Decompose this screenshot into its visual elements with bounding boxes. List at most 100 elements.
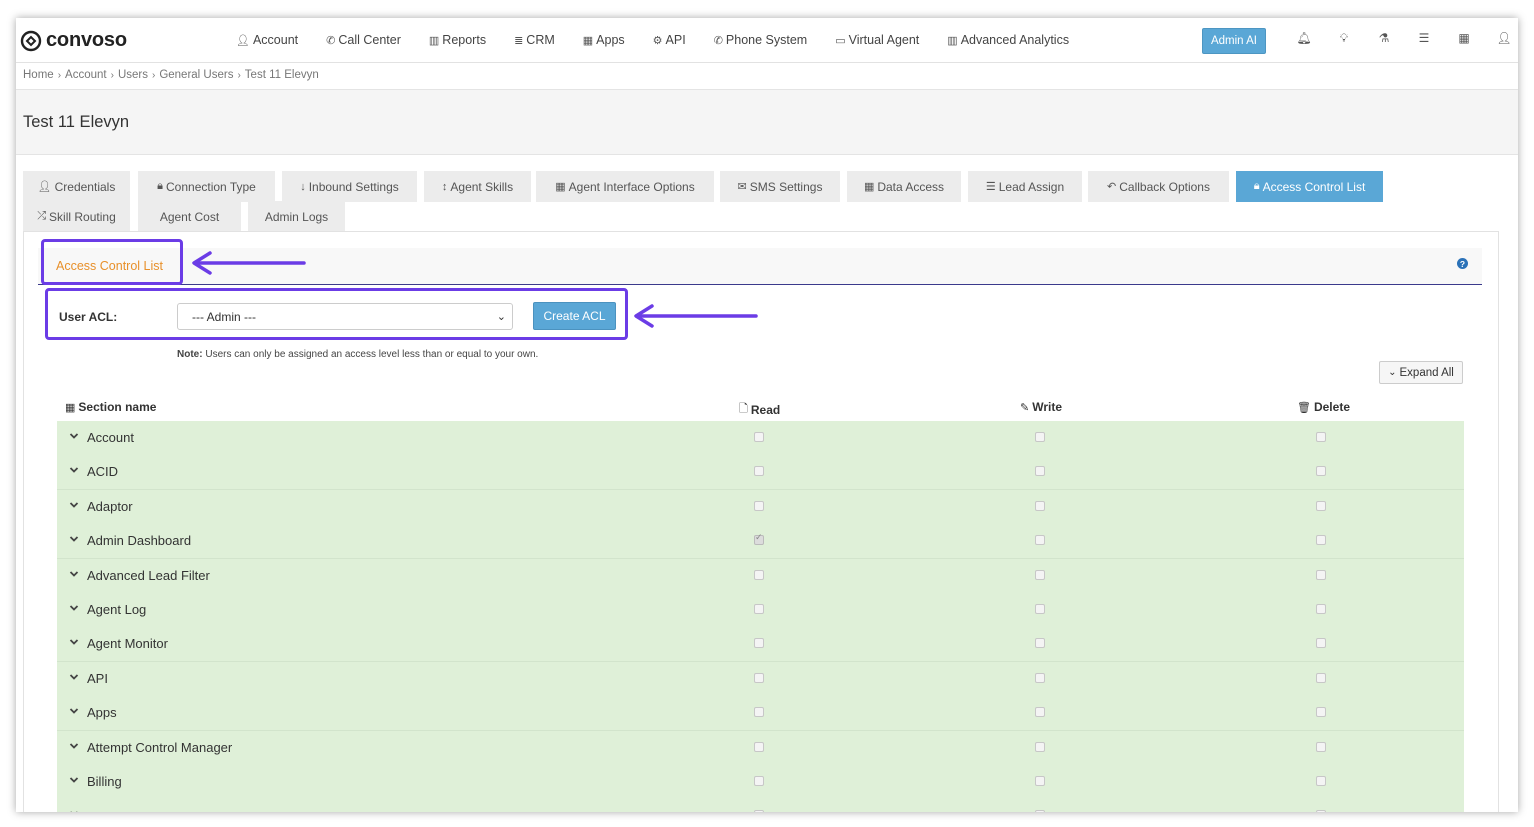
notifications-list-icon[interactable]: ☰ <box>1404 31 1444 46</box>
tab-agent-interface-options[interactable]: ▦ Agent Interface Options <box>536 171 714 202</box>
delete-checkbox[interactable] <box>1316 638 1326 649</box>
read-checkbox[interactable] <box>754 432 764 442</box>
read-checkbox[interactable] <box>754 810 764 812</box>
nav-item-virtual-agent[interactable]: ▭ Virtual Agent <box>835 33 919 47</box>
list-icon: ≣ <box>514 34 524 47</box>
chevron-down-icon[interactable] <box>69 672 79 682</box>
chevron-down-icon[interactable] <box>69 603 79 613</box>
nav-item-call-center[interactable]: ✆ Call Center <box>326 33 401 47</box>
delete-checkbox[interactable] <box>1316 535 1326 546</box>
chevron-down-icon[interactable] <box>69 809 79 812</box>
tab-label: Data Access <box>877 179 945 194</box>
read-checkbox[interactable] <box>754 741 764 752</box>
chevron-down-icon[interactable] <box>69 775 79 785</box>
delete-checkbox[interactable] <box>1316 500 1326 511</box>
highlight-box-title <box>41 239 183 285</box>
tab-lead-assign[interactable]: ☰ Lead Assign <box>968 171 1082 202</box>
section-name: Agent Log <box>87 602 147 617</box>
nav-item-phone-system[interactable]: ✆ Phone System <box>714 33 808 47</box>
chevron-down-icon[interactable] <box>69 534 79 544</box>
tab-skill-routing[interactable]: ⤮ Skill Routing <box>23 201 130 232</box>
nav-item-account[interactable]: 👤︎ Account <box>236 33 298 47</box>
tab-label: Connection Type <box>166 179 256 194</box>
delete-checkbox[interactable] <box>1316 432 1326 442</box>
tab-sms-settings[interactable]: ✉ SMS Settings <box>720 171 840 202</box>
section-name: Agent Monitor <box>87 636 168 652</box>
read-checkbox[interactable] <box>754 569 764 580</box>
chevron-down-icon[interactable] <box>69 706 79 716</box>
expand-all-button[interactable]: ⌄ Expand All <box>1379 361 1463 384</box>
delete-checkbox[interactable] <box>1316 672 1326 683</box>
lock-icon: 🔒︎ <box>157 180 163 192</box>
tab-agent-skills[interactable]: ↕ Agent Skills <box>424 171 531 202</box>
admin-ai-button[interactable]: Admin AI <box>1202 28 1266 54</box>
monitor-icon: ▭ <box>835 34 846 47</box>
delete-checkbox[interactable] <box>1316 707 1326 718</box>
read-checkbox[interactable] <box>754 466 764 477</box>
nav-item-crm[interactable]: ≣ CRM <box>514 33 555 47</box>
tab-agent-cost[interactable]: Agent Cost <box>138 201 241 232</box>
tab-access-control-list[interactable]: 🔒︎ Access Control List <box>1236 171 1383 202</box>
write-checkbox[interactable] <box>1035 638 1045 649</box>
breadcrumb-item[interactable]: Users <box>118 69 148 81</box>
write-checkbox[interactable] <box>1035 672 1045 683</box>
delete-checkbox[interactable] <box>1316 776 1326 786</box>
write-checkbox[interactable] <box>1035 535 1045 546</box>
tab-label: Agent Skills <box>450 179 514 194</box>
breadcrumb-item[interactable]: General Users <box>159 69 233 81</box>
highlight-box-user-acl <box>45 288 628 340</box>
grid-icon: ▦ <box>582 34 594 47</box>
nav-item-reports[interactable]: ▥ Reports <box>429 33 486 47</box>
chevron-down-icon[interactable] <box>69 465 79 475</box>
breadcrumb-item[interactable]: Account <box>65 69 107 81</box>
tab-label: Agent Interface Options <box>568 179 695 194</box>
calculator-icon[interactable]: ▦ <box>1444 31 1484 46</box>
page-title: Test 11 Elevyn <box>23 113 130 131</box>
lightbulb-icon[interactable]: 💡︎ <box>1324 31 1364 46</box>
tab-connection-type[interactable]: 🔒︎ Connection Type <box>138 171 275 202</box>
read-checkbox[interactable] <box>754 707 764 718</box>
read-checkbox[interactable] <box>754 604 764 614</box>
nav-item-api[interactable]: ⚙ API <box>653 33 686 47</box>
nav-item-apps[interactable]: ▦ Apps <box>583 33 625 47</box>
read-checkbox[interactable] <box>754 776 764 786</box>
tab-callback-options[interactable]: ↶ Callback Options <box>1088 171 1229 202</box>
write-checkbox[interactable] <box>1035 810 1045 812</box>
delete-checkbox[interactable] <box>1316 604 1326 614</box>
acl-panel: Access Control List ? User ACL: --- Admi… <box>23 231 1499 812</box>
user-profile-icon[interactable]: 👤︎ <box>1484 31 1518 46</box>
breadcrumb: Home › Account › Users › General Users › Test 11… <box>23 69 319 81</box>
write-checkbox[interactable] <box>1035 466 1045 477</box>
chevron-down-icon[interactable] <box>69 500 79 510</box>
flask-icon[interactable]: ⚗︎ <box>1364 31 1404 46</box>
write-checkbox[interactable] <box>1035 741 1045 752</box>
tab-inbound-settings[interactable]: ↓ Inbound Settings <box>282 171 417 202</box>
write-checkbox[interactable] <box>1035 432 1045 442</box>
breadcrumb-item[interactable]: Home <box>23 69 54 81</box>
chevron-down-icon[interactable] <box>69 569 79 579</box>
read-checkbox[interactable] <box>754 672 764 683</box>
write-checkbox[interactable] <box>1035 500 1045 511</box>
chevron-down-icon[interactable] <box>69 741 79 751</box>
annotation-arrow-title <box>192 251 306 275</box>
convoso-logo[interactable]: convoso <box>20 29 127 52</box>
write-checkbox[interactable] <box>1035 569 1045 580</box>
tab-credentials[interactable]: 👤︎ Credentials <box>23 171 130 202</box>
read-checkbox[interactable] <box>754 533 764 546</box>
write-checkbox[interactable] <box>1035 604 1045 614</box>
chevron-down-icon[interactable] <box>69 637 79 647</box>
help-icon[interactable]: ? <box>1457 258 1468 269</box>
bell-icon[interactable]: 🔔︎ <box>1284 31 1324 46</box>
delete-checkbox[interactable] <box>1316 466 1326 477</box>
nav-item-advanced-analytics[interactable]: ▥ Advanced Analytics <box>947 33 1069 47</box>
write-checkbox[interactable] <box>1035 776 1045 786</box>
write-checkbox[interactable] <box>1035 707 1045 718</box>
delete-checkbox[interactable] <box>1316 569 1326 580</box>
tab-data-access[interactable]: ▦ Data Access <box>847 171 961 202</box>
delete-checkbox[interactable] <box>1316 741 1326 752</box>
tab-admin-logs[interactable]: Admin Logs <box>248 201 345 232</box>
chevron-down-icon[interactable] <box>69 431 79 441</box>
read-checkbox[interactable] <box>754 500 764 511</box>
read-checkbox[interactable] <box>754 638 764 649</box>
delete-checkbox[interactable] <box>1316 810 1326 812</box>
